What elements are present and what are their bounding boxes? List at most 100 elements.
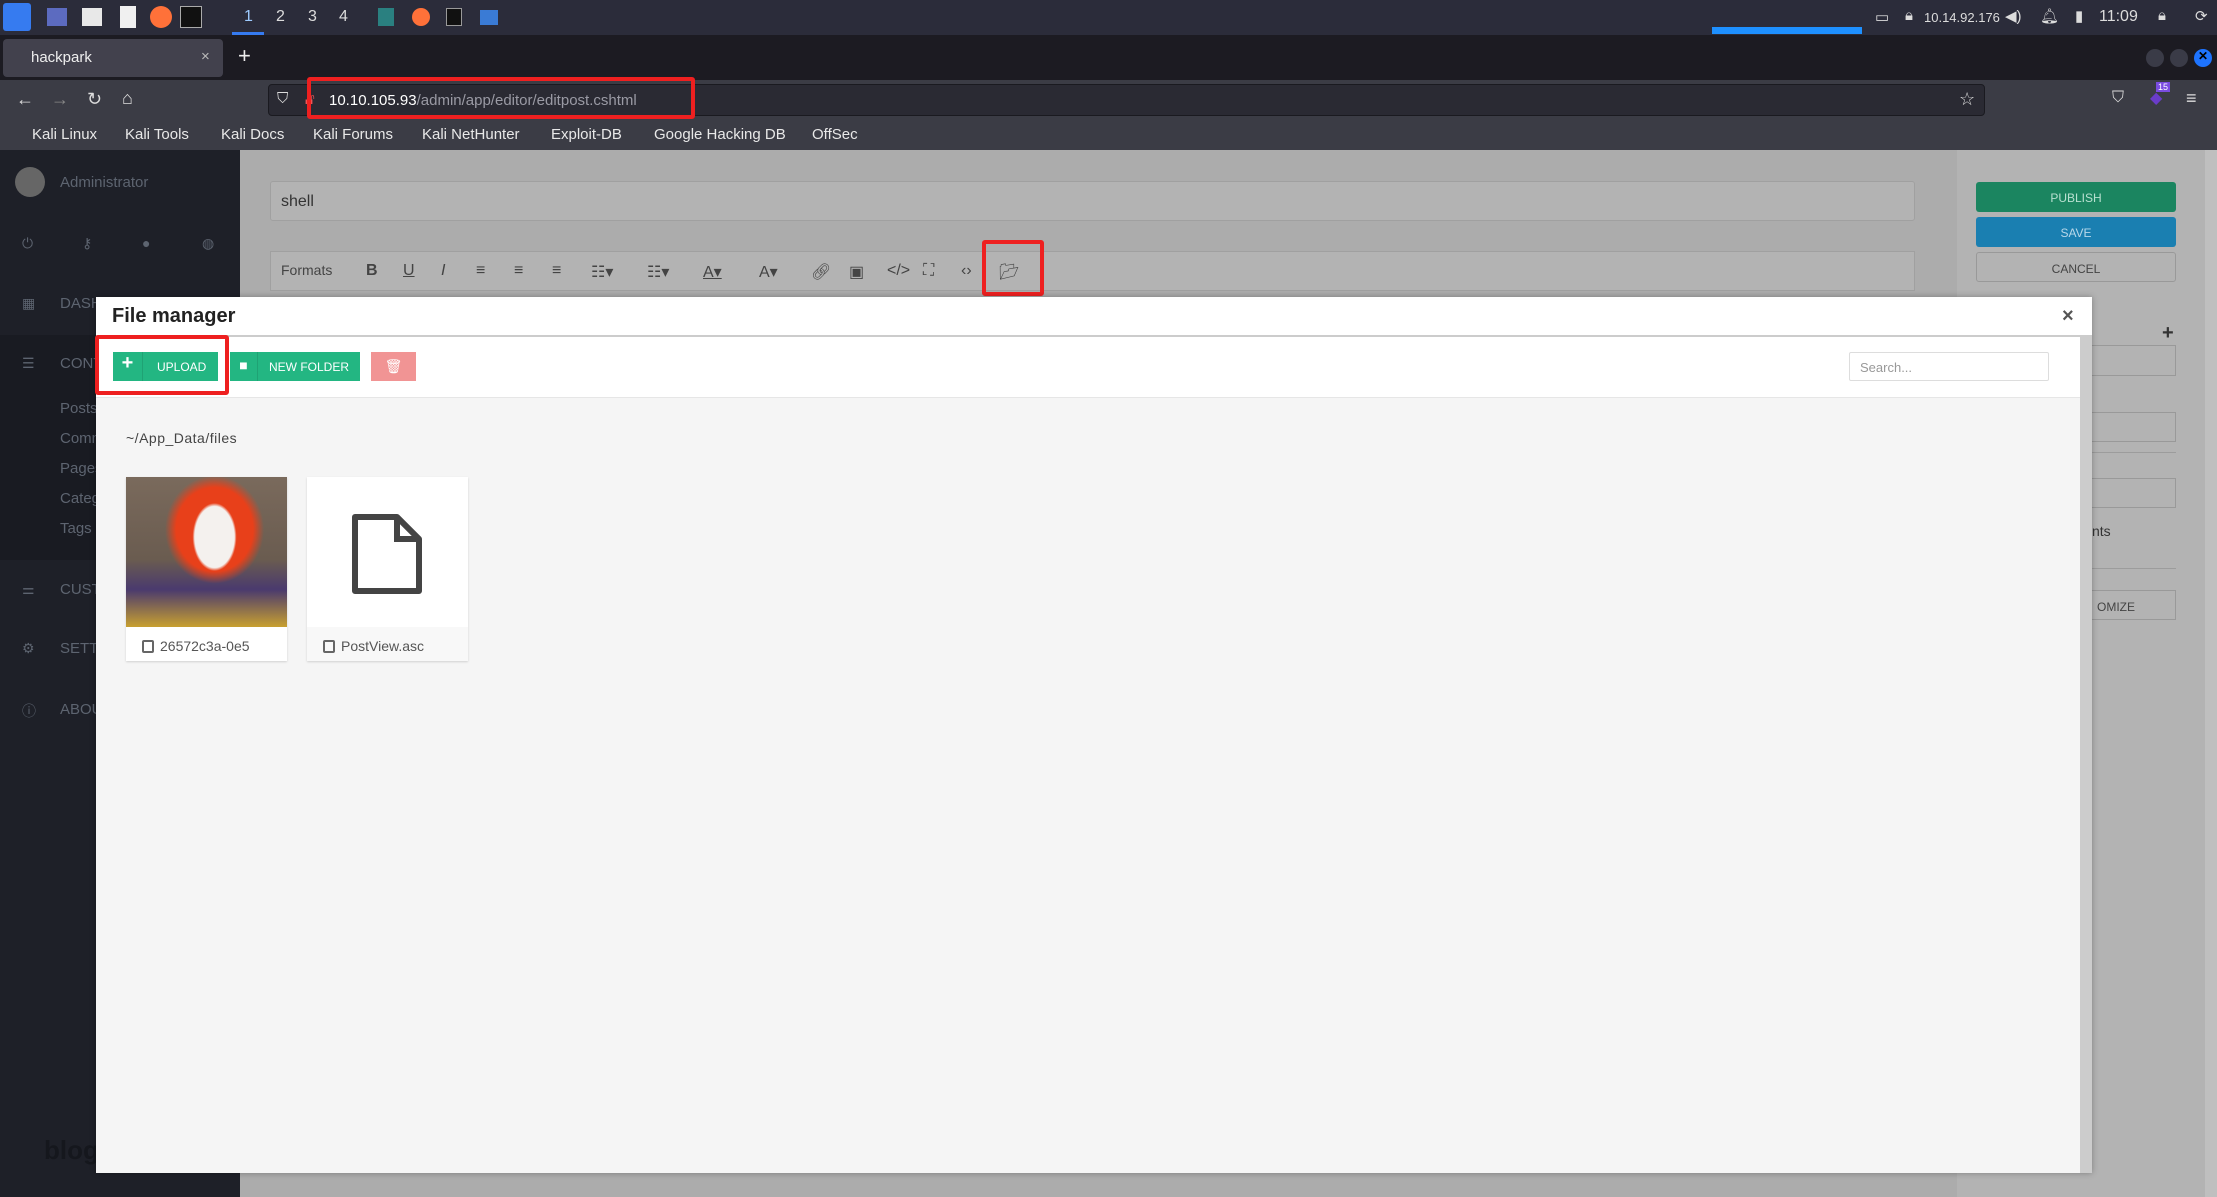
code-icon[interactable]: </>	[887, 262, 910, 280]
sidebar-item-categories[interactable]: Categ	[60, 490, 100, 507]
new-tab-button[interactable]: +	[238, 43, 251, 69]
admin-username: Administrator	[60, 174, 149, 191]
close-tab-icon[interactable]: ×	[201, 48, 210, 65]
save-button[interactable]: SAVE	[1976, 217, 2176, 247]
workspace-3[interactable]: 3	[308, 8, 317, 26]
post-title-input[interactable]: shell	[270, 181, 1915, 221]
bookmark-kali-linux[interactable]: Kali Linux	[32, 126, 97, 143]
user-icon[interactable]: ●	[142, 235, 150, 251]
customize-label: OMIZE	[2097, 600, 2135, 614]
new-folder-button[interactable]: ■ NEW FOLDER	[230, 352, 360, 381]
notification-icon[interactable]: 🔔︎	[2040, 7, 2059, 25]
bookmark-kali-tools[interactable]: Kali Tools	[125, 126, 189, 143]
close-dialog-icon[interactable]: ×	[2062, 305, 2074, 328]
sidebar-item-customize[interactable]: CUST	[60, 581, 101, 598]
bookmark-exploit-db[interactable]: Exploit-DB	[551, 126, 622, 143]
logout-icon[interactable]: ⟳	[2195, 7, 2208, 25]
sidebar-item-posts[interactable]: Posts	[60, 400, 98, 417]
folder-window-icon[interactable]	[480, 10, 498, 25]
align-right-icon[interactable]: ≡	[552, 262, 561, 280]
vpn-ip: 10.14.92.176	[1924, 10, 2000, 25]
forward-icon[interactable]: →	[51, 89, 69, 110]
extension-badge: 15	[2156, 82, 2171, 92]
network-graph	[1712, 10, 1862, 34]
publish-button[interactable]: PUBLISH	[1976, 182, 2176, 212]
page-scrollbar[interactable]	[2205, 150, 2217, 1197]
key-icon[interactable]: ⚷	[82, 235, 92, 252]
file-name: PostView.asc	[323, 638, 424, 654]
bookmark-kali-docs[interactable]: Kali Docs	[221, 126, 284, 143]
delete-button[interactable]: 🗑︎	[371, 352, 416, 381]
browser-tab[interactable]: hackpark ×	[3, 39, 223, 77]
vpn-icon: 🔒︎	[1905, 7, 1913, 24]
align-center-icon[interactable]: ≡	[514, 262, 523, 280]
menu-icon[interactable]: ≡	[2186, 88, 2197, 109]
file-card[interactable]: 26572c3a-0e5	[126, 477, 287, 661]
link-icon[interactable]: 🔗︎	[811, 262, 831, 282]
file-checkbox[interactable]	[142, 640, 154, 653]
avatar	[15, 167, 45, 197]
sidebar-item-settings[interactable]: SETT	[60, 640, 98, 657]
image-thumbnail	[126, 477, 287, 627]
browser-tab-bar: hackpark × + ✕	[0, 35, 2217, 80]
align-left-icon[interactable]: ≡	[476, 262, 485, 280]
window-app-icon[interactable]	[378, 8, 394, 26]
bookmark-kali-forums[interactable]: Kali Forums	[313, 126, 393, 143]
dialog-scrollbar[interactable]	[2080, 337, 2092, 1173]
media-icon[interactable]: ▣	[849, 262, 864, 282]
volume-icon[interactable]: ◀)	[2005, 7, 2022, 25]
add-category-icon[interactable]: +	[2162, 322, 2174, 345]
file-card[interactable]: PostView.asc	[307, 477, 468, 661]
source-code-icon[interactable]: ‹›	[961, 262, 972, 280]
bold-icon[interactable]: B	[366, 262, 378, 280]
search-input[interactable]: Search...	[1849, 352, 2049, 381]
file-manager-dialog: File manager × + UPLOAD ■ NEW FOLDER 🗑︎ …	[95, 297, 2092, 1173]
folder-icon: ■	[230, 352, 258, 381]
info-icon: ⓘ	[22, 703, 36, 719]
file-checkbox[interactable]	[323, 640, 335, 653]
cancel-button[interactable]: CANCEL	[1976, 252, 2176, 282]
sidebar-item-tags[interactable]: Tags	[60, 520, 92, 537]
search-placeholder: Search...	[1860, 360, 1913, 375]
maximize-button[interactable]	[2170, 49, 2188, 67]
bookmark-google-hacking-db[interactable]: Google Hacking DB	[654, 126, 786, 143]
close-window-button[interactable]: ✕	[2194, 49, 2212, 67]
current-path: ~/App_Data/files	[126, 430, 238, 446]
text-color-icon[interactable]: A▾	[703, 262, 722, 282]
workspace-2[interactable]: 2	[276, 8, 285, 26]
globe-icon[interactable]: ◍	[202, 235, 214, 252]
power-icon[interactable]: ⏻	[22, 235, 33, 252]
sliders-icon: ⚌	[22, 581, 35, 597]
bookmark-kali-nethunter[interactable]: Kali NetHunter	[422, 126, 520, 143]
dialog-title: File manager	[112, 305, 236, 327]
highlight-file-manager-icon	[982, 240, 1044, 296]
reload-icon[interactable]: ↻	[87, 89, 102, 110]
bullet-list-icon[interactable]: ☷▾	[591, 262, 613, 282]
kali-menu-icon[interactable]	[3, 3, 31, 31]
terminal-app-icon[interactable]	[180, 6, 202, 28]
firefox-icon[interactable]	[150, 6, 172, 28]
numbered-list-icon[interactable]: ☷▾	[647, 262, 669, 282]
shield-icon[interactable]: ⛉	[277, 90, 288, 107]
display-icon[interactable]: ▭	[1875, 8, 1889, 26]
formats-dropdown[interactable]: Formats	[281, 262, 332, 278]
files-icon[interactable]	[82, 8, 102, 26]
editor-icon[interactable]	[120, 6, 136, 28]
terminal-window-icon[interactable]	[446, 8, 462, 26]
background-color-icon[interactable]: A▾	[759, 262, 778, 282]
italic-icon[interactable]: I	[441, 262, 445, 280]
bookmark-star-icon[interactable]: ☆	[1959, 89, 1975, 110]
back-icon[interactable]: ←	[16, 89, 34, 110]
pocket-icon[interactable]: ⛉	[2112, 89, 2124, 107]
underline-icon[interactable]: U	[403, 262, 415, 280]
workspace-1[interactable]: 1	[244, 8, 253, 26]
fullscreen-icon[interactable]: ⛶	[923, 262, 934, 280]
firefox-window-icon[interactable]	[412, 8, 430, 26]
lock-icon[interactable]: 🔒︎	[2158, 7, 2166, 24]
bookmark-offsec[interactable]: OffSec	[812, 126, 858, 143]
terminal-icon[interactable]	[47, 8, 67, 26]
workspace-4[interactable]: 4	[339, 8, 348, 26]
home-icon[interactable]: ⌂	[122, 88, 133, 109]
trash-icon: 🗑︎	[384, 358, 403, 374]
minimize-button[interactable]	[2146, 49, 2164, 67]
